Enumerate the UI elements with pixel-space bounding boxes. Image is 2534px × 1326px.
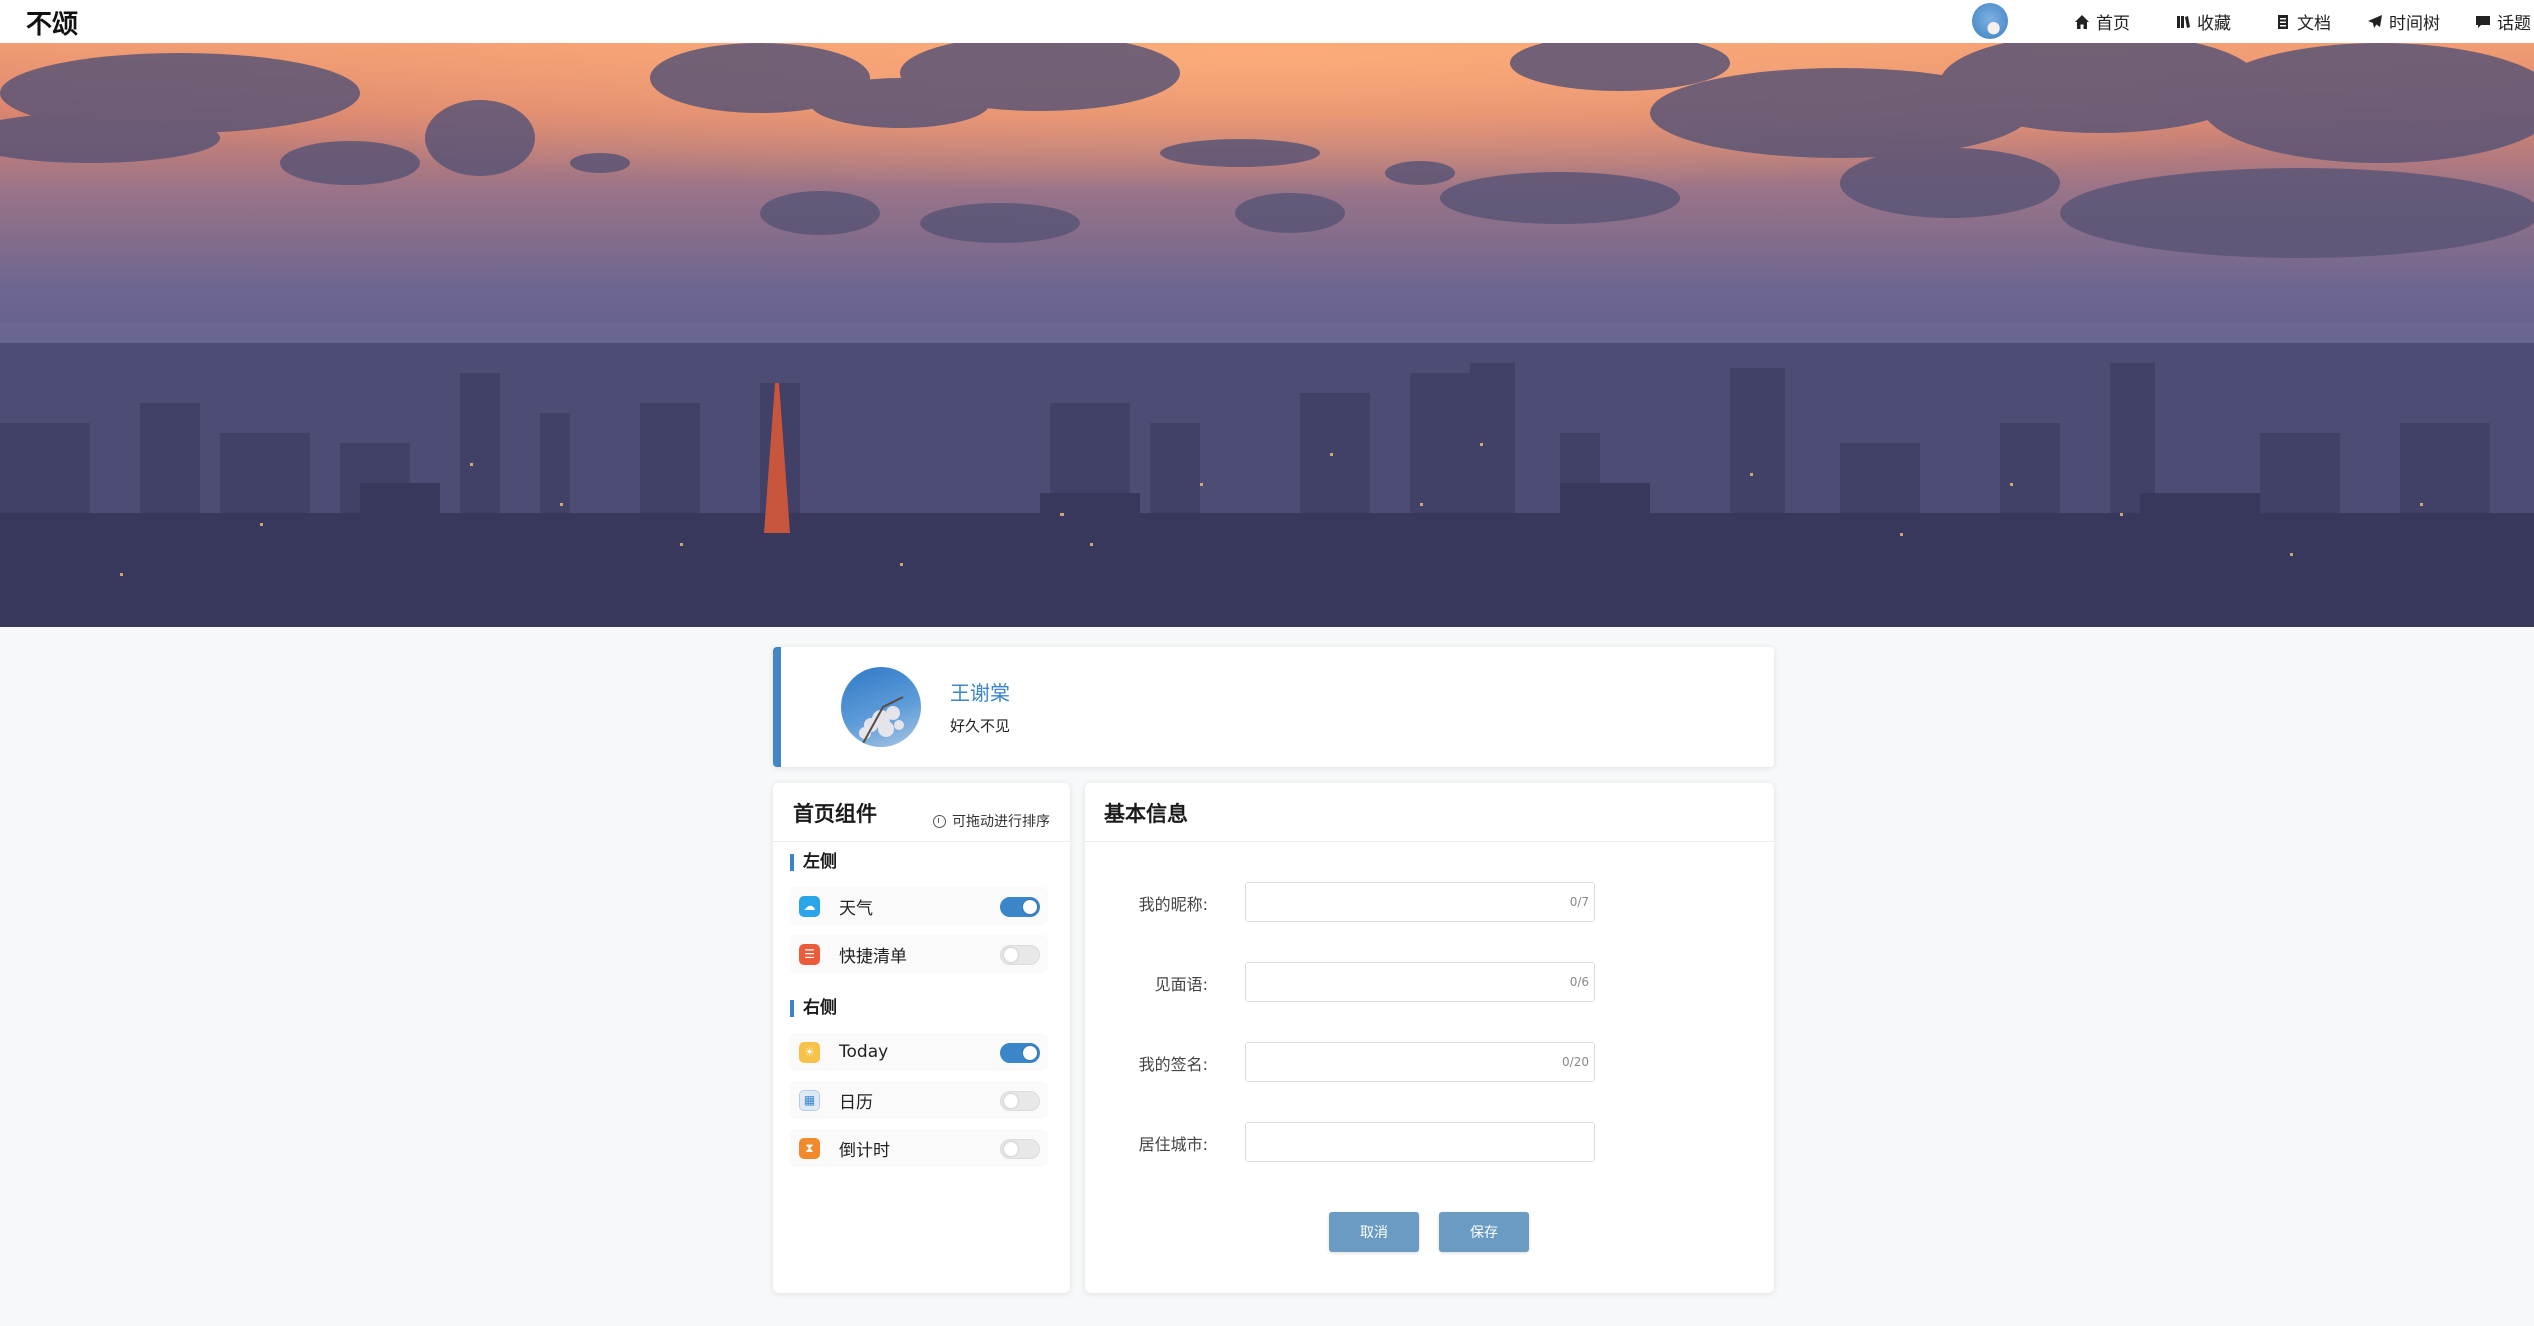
document-icon [2278,14,2288,29]
city-label: 居住城市: [1138,1135,1208,1154]
widget-row-countdown[interactable]: ⧗ 倒计时 [790,1129,1048,1167]
greeting-label: 见面语: [1154,975,1208,994]
widget-label: 日历 [839,1092,873,1113]
widget-toggle-countdown[interactable] [1000,1139,1040,1159]
top-navbar: 不颂 首页 收藏 文档 时间树 话题 [0,0,2534,43]
widget-row-calendar[interactable]: ▦ 日历 [790,1081,1048,1119]
widget-label: 天气 [839,898,873,919]
info-title: 基本信息 [1104,802,1188,826]
paper-plane-icon [2368,14,2382,28]
save-button[interactable]: 保存 [1439,1212,1529,1252]
profile-name: 王谢棠 [950,681,1010,705]
widgets-hint-text: 可拖动进行排序 [952,814,1050,830]
nav-label: 文档 [2297,14,2331,34]
group-label-right: 右侧 [790,1000,837,1017]
bookmark-icon [2177,15,2190,28]
widgets-divider [773,841,1070,842]
widget-label: 快捷清单 [839,946,907,967]
widgets-hint: 可拖动进行排序 [933,811,1050,831]
widget-toggle-today[interactable] [1000,1043,1040,1063]
nav-label: 首页 [2096,14,2130,34]
nickname-counter: 0/7 [1569,895,1589,909]
widget-toggle-weather[interactable] [1000,897,1040,917]
nav-item-topics[interactable]: 话题 [2475,0,2531,43]
brand-logo[interactable]: 不颂 [26,4,78,41]
nav-item-timeline[interactable]: 时间树 [2367,0,2440,43]
cityscape-image [0,43,2534,627]
widgets-title: 首页组件 [793,802,877,826]
signature-label: 我的签名: [1138,1055,1208,1074]
nav-item-home[interactable]: 首页 [2074,0,2130,43]
widget-row-weather[interactable]: ☁ 天气 [790,887,1048,925]
profile-card: 王谢棠 好久不见 [773,647,1774,767]
widget-row-today[interactable]: ☀ Today [790,1033,1048,1071]
nav-label: 时间树 [2389,14,2440,34]
nav-label: 话题 [2497,14,2531,34]
nav-item-favorites[interactable]: 收藏 [2175,0,2231,43]
widget-label: Today [839,1042,889,1062]
widget-toggle-checklist[interactable] [1000,945,1040,965]
nav-label: 收藏 [2197,14,2231,34]
widget-toggle-calendar[interactable] [1000,1091,1040,1111]
user-avatar[interactable] [1972,3,2008,39]
today-icon: ☀ [799,1041,820,1063]
widget-row-checklist[interactable]: ☰ 快捷清单 [790,935,1048,973]
weather-icon: ☁ [799,895,820,917]
header-banner [0,43,2534,627]
widget-label: 倒计时 [839,1140,890,1161]
city-input[interactable] [1245,1122,1595,1162]
widgets-panel: 首页组件 可拖动进行排序 左侧 ☁ 天气 ☰ 快捷清单 右侧 ☀ Today ▦… [773,783,1070,1293]
basic-info-panel: 基本信息 我的昵称: 0/7 见面语: 0/6 我的签名: 0/20 居住城市:… [1085,783,1774,1293]
info-divider [1085,841,1774,842]
group-label-left: 左侧 [790,854,837,871]
checklist-icon: ☰ [799,943,820,965]
info-icon [933,814,946,828]
nickname-label: 我的昵称: [1138,895,1208,914]
comment-icon [2476,15,2490,28]
calendar-icon: ▦ [799,1089,820,1111]
home-icon [2075,14,2089,29]
nav-item-docs[interactable]: 文档 [2275,0,2331,43]
signature-counter: 0/20 [1562,1055,1589,1069]
cancel-button[interactable]: 取消 [1329,1212,1419,1252]
greeting-counter: 0/6 [1569,975,1589,989]
hourglass-icon: ⧗ [799,1137,820,1159]
profile-greeting: 好久不见 [950,717,1011,735]
profile-avatar[interactable] [841,667,921,747]
